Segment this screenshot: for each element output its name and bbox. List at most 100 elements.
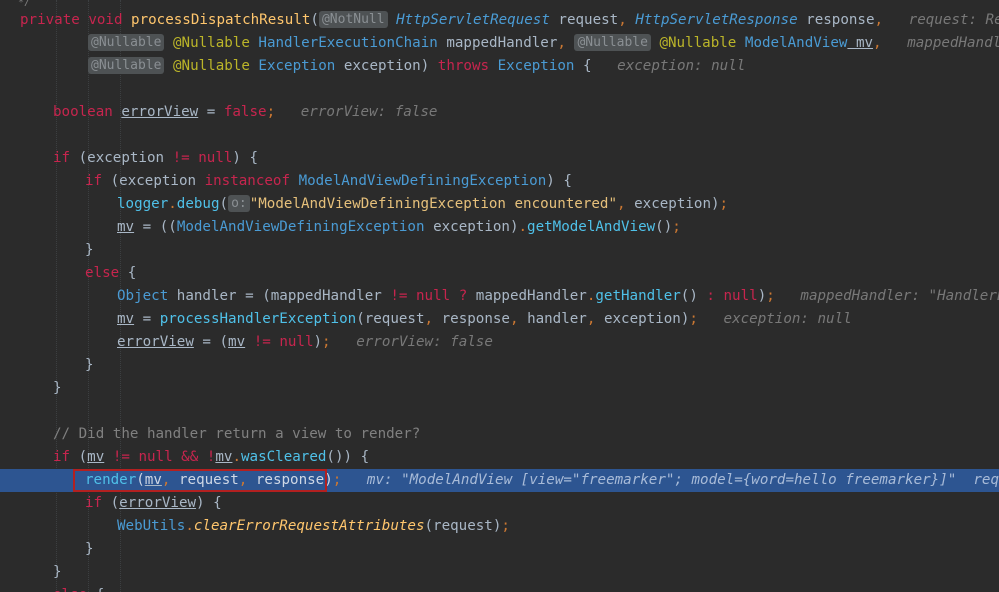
code-line[interactable]: @Nullable @Nullable Exception exception)… — [0, 55, 999, 78]
code-token: null — [138, 449, 173, 465]
code-token: . — [232, 449, 241, 465]
code-token: , — [618, 12, 636, 28]
code-line[interactable]: else { — [0, 262, 999, 285]
code-line[interactable] — [0, 78, 999, 101]
code-line[interactable]: if (mv != null && !mv.wasCleared()) { — [0, 446, 999, 469]
code-line[interactable]: } — [0, 239, 999, 262]
code-token: ; — [766, 288, 775, 304]
inline-debug-value: errorView: false — [275, 104, 438, 120]
code-line[interactable]: } — [0, 377, 999, 400]
code-token: debug — [176, 196, 220, 212]
code-token: ( — [219, 196, 229, 212]
code-line[interactable]: errorView = (mv != null); errorView: fal… — [0, 331, 999, 354]
code-line[interactable] — [0, 124, 999, 147]
code-token: boolean — [53, 104, 122, 120]
code-token: (request — [356, 311, 425, 327]
code-line[interactable]: if (exception != null) { — [0, 147, 999, 170]
inline-debug-value: exception: null — [697, 311, 852, 327]
code-token: } — [53, 564, 62, 580]
code-text: } — [85, 538, 94, 561]
code-token: () — [680, 288, 698, 304]
code-line[interactable]: // Did the handler return a view to rend… — [0, 423, 999, 446]
code-line[interactable]: boolean errorView = false; errorView: fa… — [0, 101, 999, 124]
code-token: null — [415, 288, 451, 304]
code-token: mv — [228, 334, 246, 350]
code-token: errorView — [121, 104, 199, 120]
code-line[interactable]: if (exception instanceof ModelAndViewDef… — [0, 170, 999, 193]
code-text: logger.debug(o: "ModelAndViewDefiningExce… — [117, 193, 728, 216]
code-token: @Nullable — [164, 35, 250, 51]
comment-end-fragment: */ — [18, 0, 31, 8]
code-token: { — [127, 265, 137, 281]
code-token: ; — [689, 311, 698, 327]
code-token: errorView — [117, 334, 194, 350]
code-token: @Nullable — [650, 35, 737, 51]
code-token: mv — [117, 219, 135, 235]
code-token: handler = (mappedHandler — [168, 288, 391, 304]
code-line[interactable]: } — [0, 354, 999, 377]
code-line[interactable]: } — [0, 538, 999, 561]
code-token: (exception — [78, 150, 173, 166]
code-line[interactable]: WebUtils.clearErrorRequestAttributes(req… — [0, 515, 999, 538]
code-text: } — [85, 239, 94, 262]
code-text: mv = processHandlerException(request, re… — [117, 308, 852, 331]
code-token: ( — [310, 12, 319, 28]
parameter-hint-badge: @Nullable — [574, 34, 651, 51]
code-token: mappedHandler — [475, 288, 587, 304]
code-token: request — [549, 12, 619, 28]
code-token: } — [53, 380, 62, 396]
code-token: , — [617, 196, 635, 212]
code-line[interactable] — [0, 400, 999, 423]
code-token: ; — [332, 472, 342, 488]
code-token: ModelAndViewDefiningException — [176, 219, 425, 235]
code-token: Exception — [249, 58, 336, 74]
code-token: ? — [450, 288, 476, 304]
code-token: { — [96, 587, 105, 592]
code-text: if (errorView) { — [85, 492, 222, 515]
code-token: null — [279, 334, 314, 350]
code-token: else — [53, 587, 96, 592]
code-token: ) { — [232, 150, 259, 166]
code-line[interactable]: } — [0, 561, 999, 584]
inline-debug-value: exception: null — [591, 58, 746, 74]
code-token: ) { — [546, 173, 572, 189]
inline-debug-value: mv: "ModelAndView [view="freemarker"; mo… — [341, 472, 999, 488]
code-line[interactable]: private void processDispatchResult(@NotN… — [0, 9, 999, 32]
code-token: if — [53, 449, 79, 465]
code-line[interactable]: mv = processHandlerException(request, re… — [0, 308, 999, 331]
code-line[interactable]: mv = ((ModelAndViewDefiningException exc… — [0, 216, 999, 239]
code-token: , — [557, 35, 575, 51]
code-line[interactable]: if (errorView) { — [0, 492, 999, 515]
code-token: ModelAndViewDefiningException — [298, 173, 547, 189]
code-token: ( — [78, 449, 88, 465]
code-token: response — [797, 12, 875, 28]
code-line[interactable]: else { — [0, 584, 999, 592]
code-token: . — [168, 196, 177, 212]
code-token: ) { — [196, 495, 222, 511]
code-token: mv — [87, 449, 105, 465]
code-line[interactable]: @Nullable @Nullable HandlerExecutionChai… — [0, 32, 999, 55]
code-token: != — [253, 334, 271, 350]
code-token: ( — [110, 495, 120, 511]
parameter-hint-badge: @Nullable — [88, 34, 165, 51]
code-line[interactable]: logger.debug(o: "ModelAndViewDefiningExce… — [0, 193, 999, 216]
code-editor[interactable]: */ private void processDispatchResult(@N… — [0, 0, 999, 592]
code-token: exception) — [634, 196, 720, 212]
code-token: ! — [198, 449, 216, 465]
code-token: HandlerExecutionChain — [249, 35, 438, 51]
code-text: WebUtils.clearErrorRequestAttributes(req… — [117, 515, 510, 538]
code-token: != — [112, 449, 130, 465]
code-token: clearErrorRequestAttributes — [193, 518, 425, 534]
code-token: { — [574, 58, 592, 74]
code-token: response — [441, 311, 510, 327]
code-token: : — [697, 288, 724, 304]
code-line[interactable]: Object handler = (mappedHandler != null … — [0, 285, 999, 308]
code-text: else { — [85, 262, 136, 285]
code-token: getModelAndView — [527, 219, 656, 235]
code-token: , — [509, 311, 528, 327]
code-token: (request) — [424, 518, 502, 534]
inline-debug-value: mappedHandler: "HandlerExecutio — [800, 288, 999, 304]
code-token: wasCleared — [241, 449, 327, 465]
code-token: = — [134, 311, 160, 327]
code-token: WebUtils — [117, 518, 186, 534]
